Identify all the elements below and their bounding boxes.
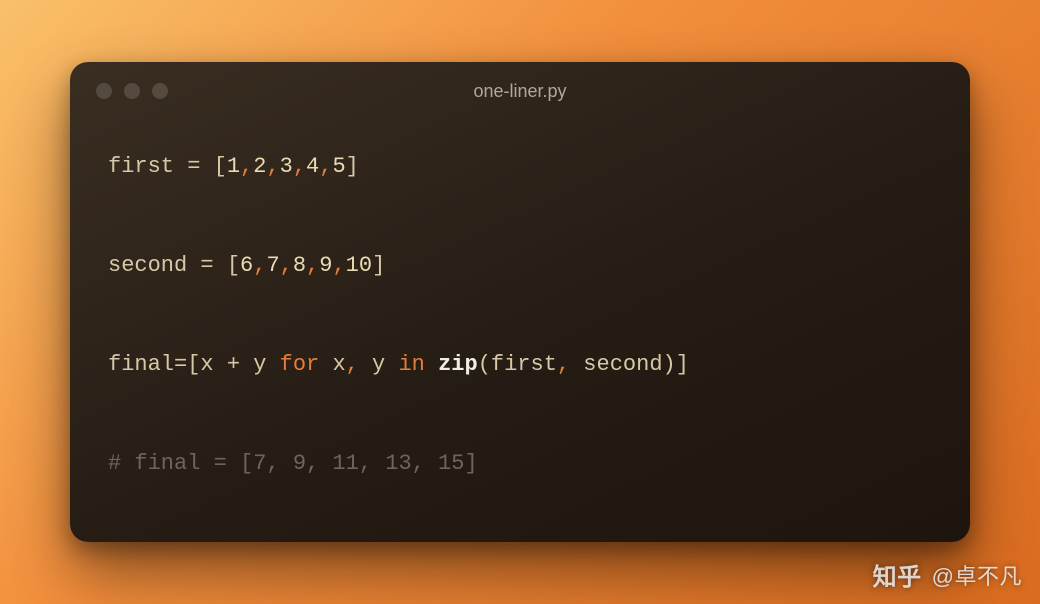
code-token: ): [663, 352, 676, 377]
code-token: 6: [240, 253, 253, 278]
code-token: 5: [332, 154, 345, 179]
code-window: one-liner.py first = [1,2,3,4,5]second =…: [70, 62, 970, 542]
code-blank-line: [108, 381, 932, 447]
code-token: =: [187, 253, 227, 278]
code-token: first: [491, 352, 557, 377]
code-token: [: [214, 154, 227, 179]
titlebar: one-liner.py: [70, 62, 970, 120]
zhihu-logo: 知乎: [873, 557, 922, 592]
code-token: 10: [346, 253, 372, 278]
window-title: one-liner.py: [70, 81, 970, 102]
code-token: 7: [266, 253, 279, 278]
code-token: second: [108, 253, 187, 278]
code-token: ,: [280, 253, 293, 278]
code-line: # final = [7, 9, 11, 13, 15]: [108, 447, 932, 480]
code-token: [425, 352, 438, 377]
window-zoom-dot[interactable]: [152, 83, 168, 99]
code-token: =: [174, 352, 187, 377]
code-token: +: [227, 352, 240, 377]
watermark: 知乎 @卓不凡: [873, 557, 1022, 592]
code-block: first = [1,2,3,4,5]second = [6,7,8,9,10]…: [70, 120, 970, 500]
code-token: =: [174, 154, 214, 179]
watermark-author: @卓不凡: [932, 559, 1022, 591]
code-token: ]: [346, 154, 359, 179]
code-token: in: [398, 352, 424, 377]
code-blank-line: [108, 183, 932, 249]
code-token: ,: [293, 154, 306, 179]
code-blank-line: [108, 282, 932, 348]
code-token: [: [187, 352, 200, 377]
code-token: y: [240, 352, 280, 377]
code-token: ]: [372, 253, 385, 278]
code-token: [: [227, 253, 240, 278]
code-token: x: [319, 352, 345, 377]
code-token: first: [108, 154, 174, 179]
code-token: 3: [280, 154, 293, 179]
code-token: (: [478, 352, 491, 377]
code-token: second: [570, 352, 662, 377]
code-token: 8: [293, 253, 306, 278]
code-token: y: [359, 352, 399, 377]
code-token: ,: [266, 154, 279, 179]
code-token: 9: [319, 253, 332, 278]
code-line: final=[x + y for x, y in zip(first, seco…: [108, 348, 932, 381]
code-token: ,: [240, 154, 253, 179]
code-token: 4: [306, 154, 319, 179]
code-token: ,: [346, 352, 359, 377]
code-token: ,: [253, 253, 266, 278]
code-token: zip: [438, 352, 478, 377]
code-token: ,: [319, 154, 332, 179]
code-token: ,: [332, 253, 345, 278]
window-minimize-dot[interactable]: [124, 83, 140, 99]
code-token: ]: [676, 352, 689, 377]
code-token: 2: [253, 154, 266, 179]
code-token: final: [108, 352, 174, 377]
code-line: second = [6,7,8,9,10]: [108, 249, 932, 282]
code-token: ,: [306, 253, 319, 278]
window-controls: [96, 83, 168, 99]
code-token: 1: [227, 154, 240, 179]
window-close-dot[interactable]: [96, 83, 112, 99]
code-token: x: [200, 352, 226, 377]
code-token: # final = [7, 9, 11, 13, 15]: [108, 451, 478, 476]
code-token: ,: [557, 352, 570, 377]
code-line: first = [1,2,3,4,5]: [108, 150, 932, 183]
code-token: for: [280, 352, 320, 377]
